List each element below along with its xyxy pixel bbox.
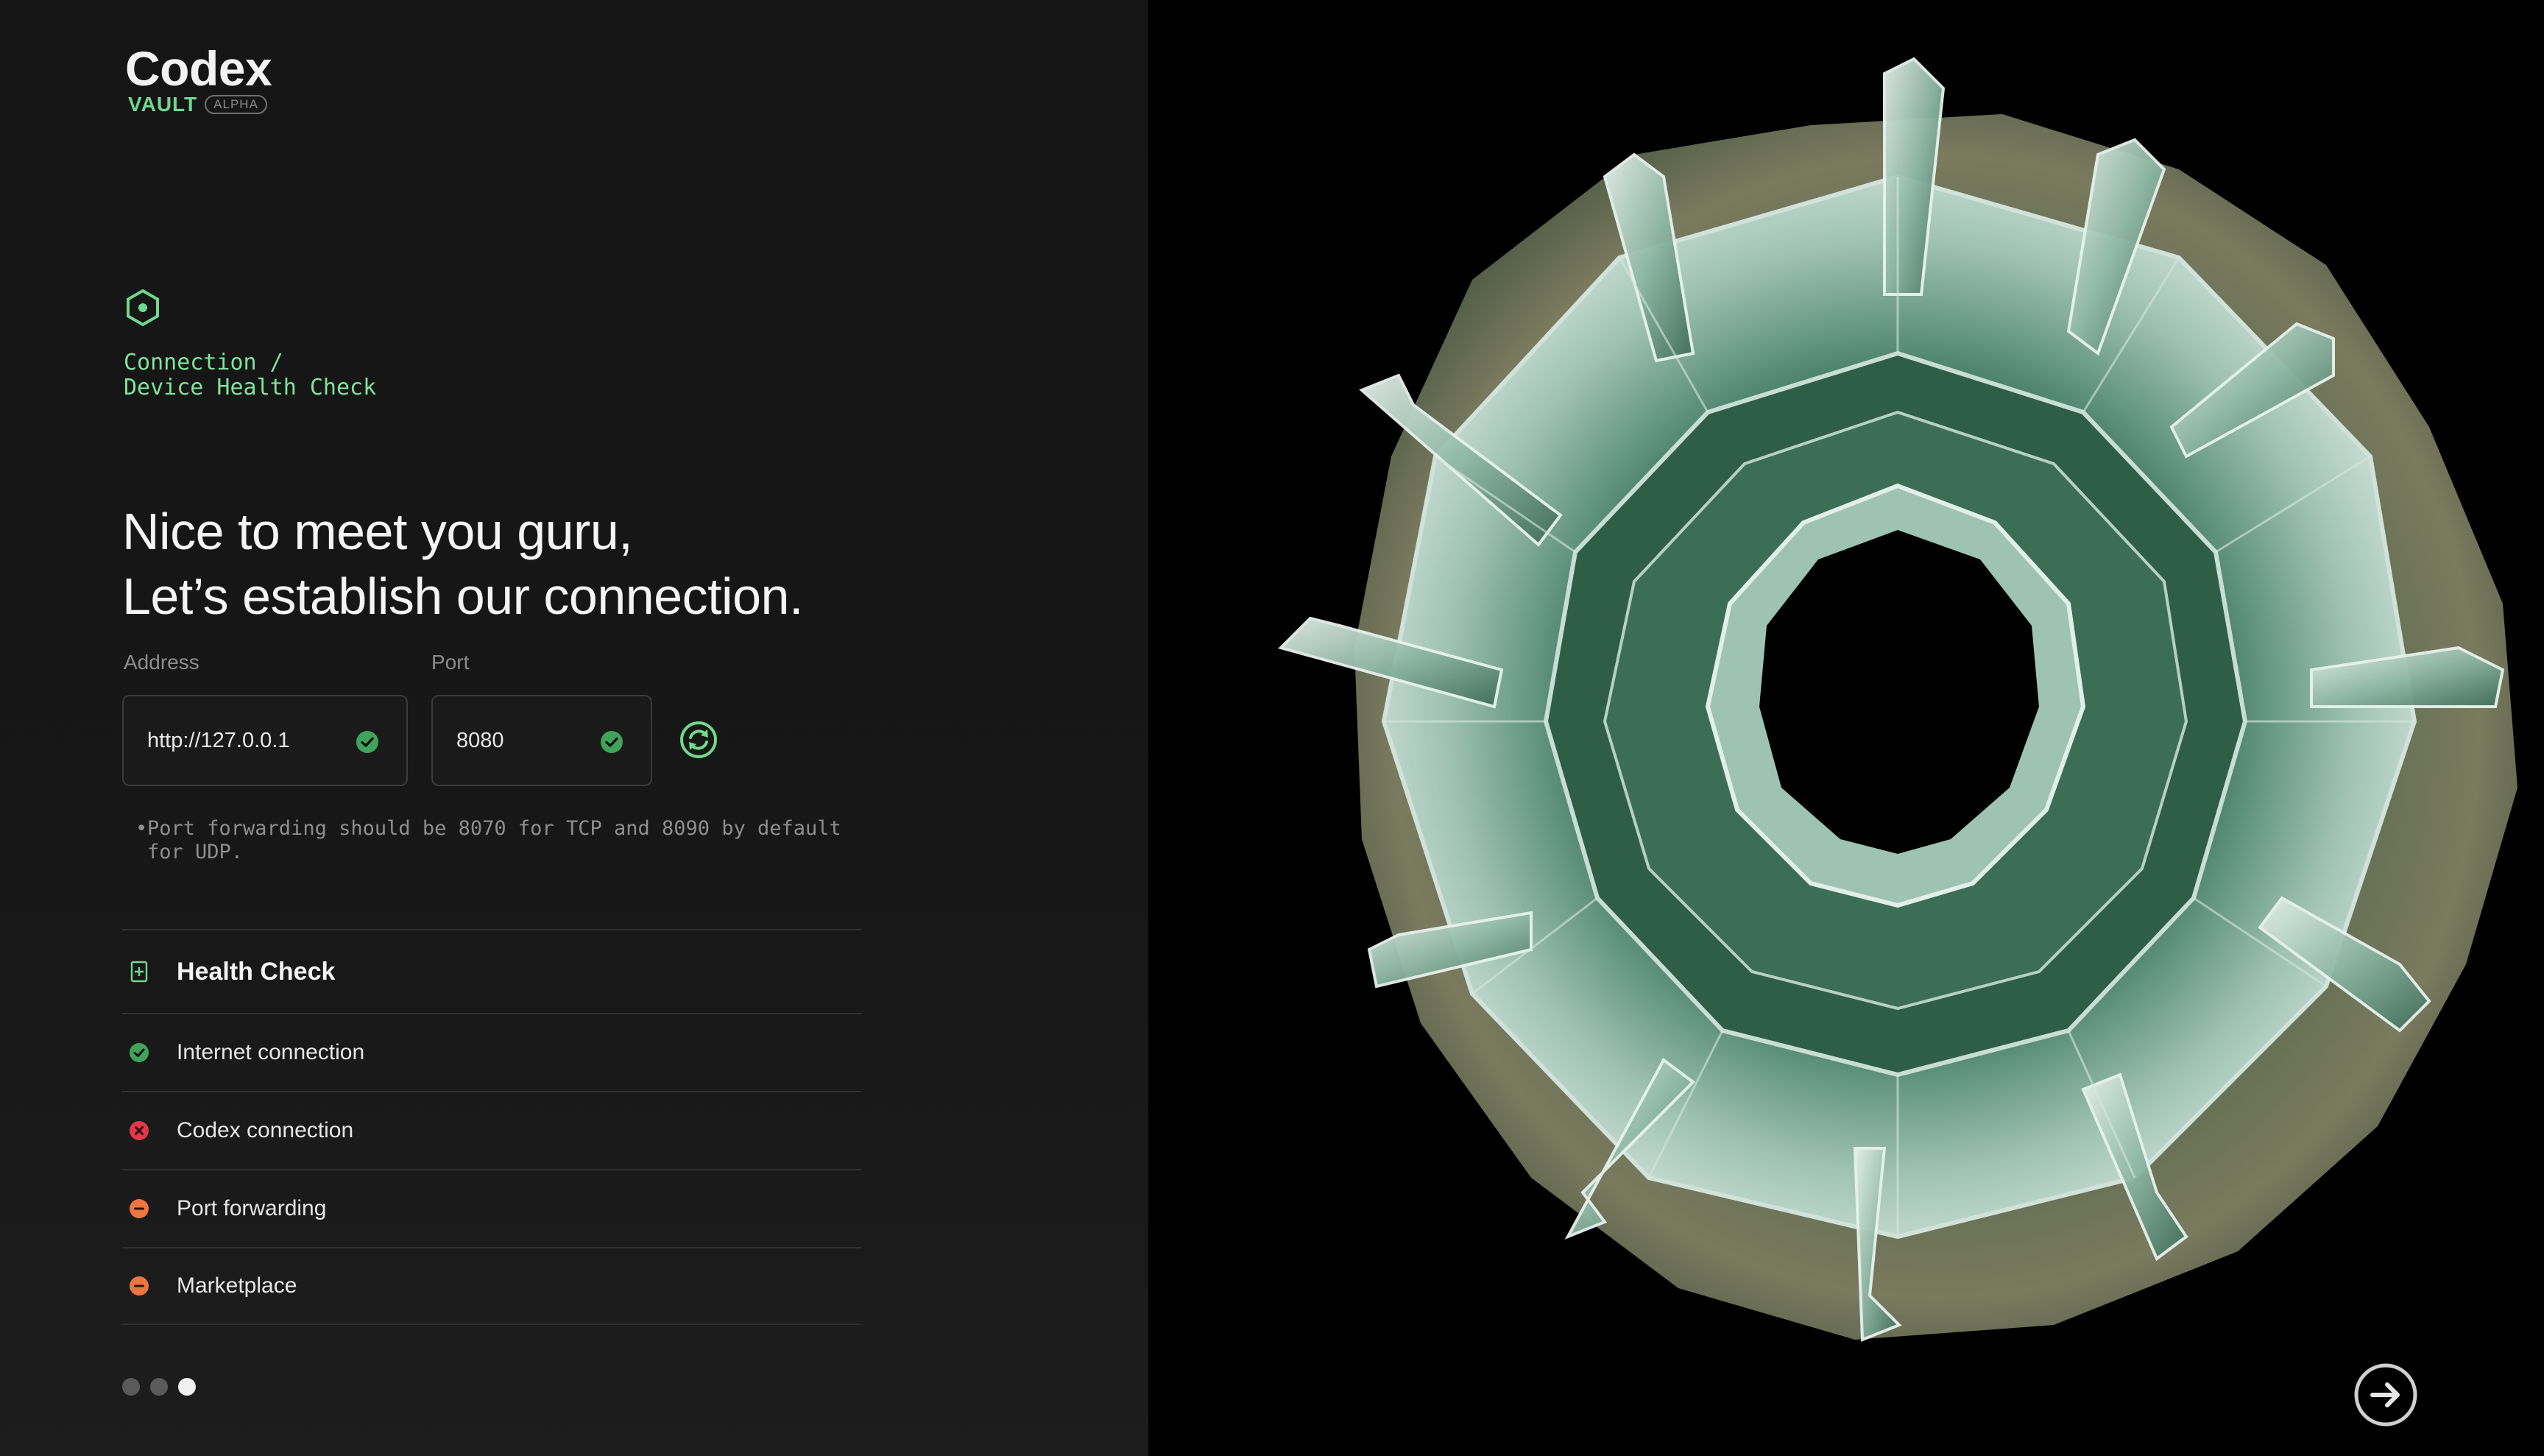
brand-title: Codex (125, 41, 272, 96)
brand-logo: Codex VAULT ALPHA (125, 41, 272, 116)
minus-circle-icon (130, 1276, 149, 1296)
error-circle-icon (130, 1121, 149, 1140)
health-check-list: Health Check Internet connection Codex c… (122, 929, 861, 1325)
breadcrumb-current: Device Health Check (124, 375, 377, 400)
crystal-geode-illustration (1278, 57, 2518, 1342)
left-panel: Codex VAULT ALPHA Connection / Device He… (0, 0, 1148, 1456)
brand-vault: VAULT (128, 93, 198, 116)
pagination-dot-1[interactable] (122, 1378, 140, 1396)
health-check-header: Health Check (122, 929, 861, 1013)
health-item-codex: Codex connection (122, 1091, 861, 1169)
hexagon-dot-icon (127, 289, 159, 327)
pagination-dot-3[interactable] (178, 1378, 196, 1396)
health-item-port-forwarding: Port forwarding (122, 1169, 861, 1247)
health-plus-icon (130, 961, 148, 983)
check-circle-icon (130, 1043, 149, 1062)
port-forwarding-note: • Port forwarding should be 8070 for TCP… (135, 817, 869, 864)
arrow-right-circle-icon[interactable] (2353, 1362, 2419, 1428)
page-title-line-1: Nice to meet you guru, (122, 503, 633, 560)
port-field-box (431, 695, 652, 786)
address-label: Address (124, 651, 199, 674)
address-input[interactable] (147, 696, 345, 785)
health-item-marketplace: Marketplace (122, 1247, 861, 1325)
page-title-line-2: Let’s establish our connection. (122, 568, 803, 625)
brand-badge: ALPHA (205, 95, 267, 114)
check-circle-icon (356, 731, 378, 753)
bullet: • (135, 817, 148, 840)
health-item-label: Marketplace (177, 1273, 297, 1298)
health-item-label: Internet connection (177, 1040, 365, 1064)
breadcrumb: Connection / Device Health Check (124, 350, 376, 400)
minus-circle-icon (130, 1199, 149, 1218)
pagination-dot-2[interactable] (150, 1378, 168, 1396)
health-item-label: Codex connection (177, 1118, 354, 1142)
breadcrumb-parent: Connection / (124, 350, 283, 375)
health-item-label: Port forwarding (177, 1196, 327, 1220)
health-item-internet: Internet connection (122, 1013, 861, 1091)
port-label: Port (431, 651, 470, 674)
refresh-icon[interactable] (679, 720, 718, 760)
note-text: Port forwarding should be 8070 for TCP a… (147, 817, 841, 863)
pagination-dots (122, 1378, 196, 1396)
page-title: Nice to meet you guru, Let’s establish o… (122, 499, 803, 629)
port-input[interactable] (456, 696, 610, 785)
app-window: Codex VAULT ALPHA Connection / Device He… (0, 0, 2544, 1456)
health-check-title: Health Check (177, 957, 336, 986)
check-circle-icon (601, 731, 623, 753)
address-field-box (122, 695, 408, 786)
brand-sub: VAULT ALPHA (128, 93, 267, 116)
